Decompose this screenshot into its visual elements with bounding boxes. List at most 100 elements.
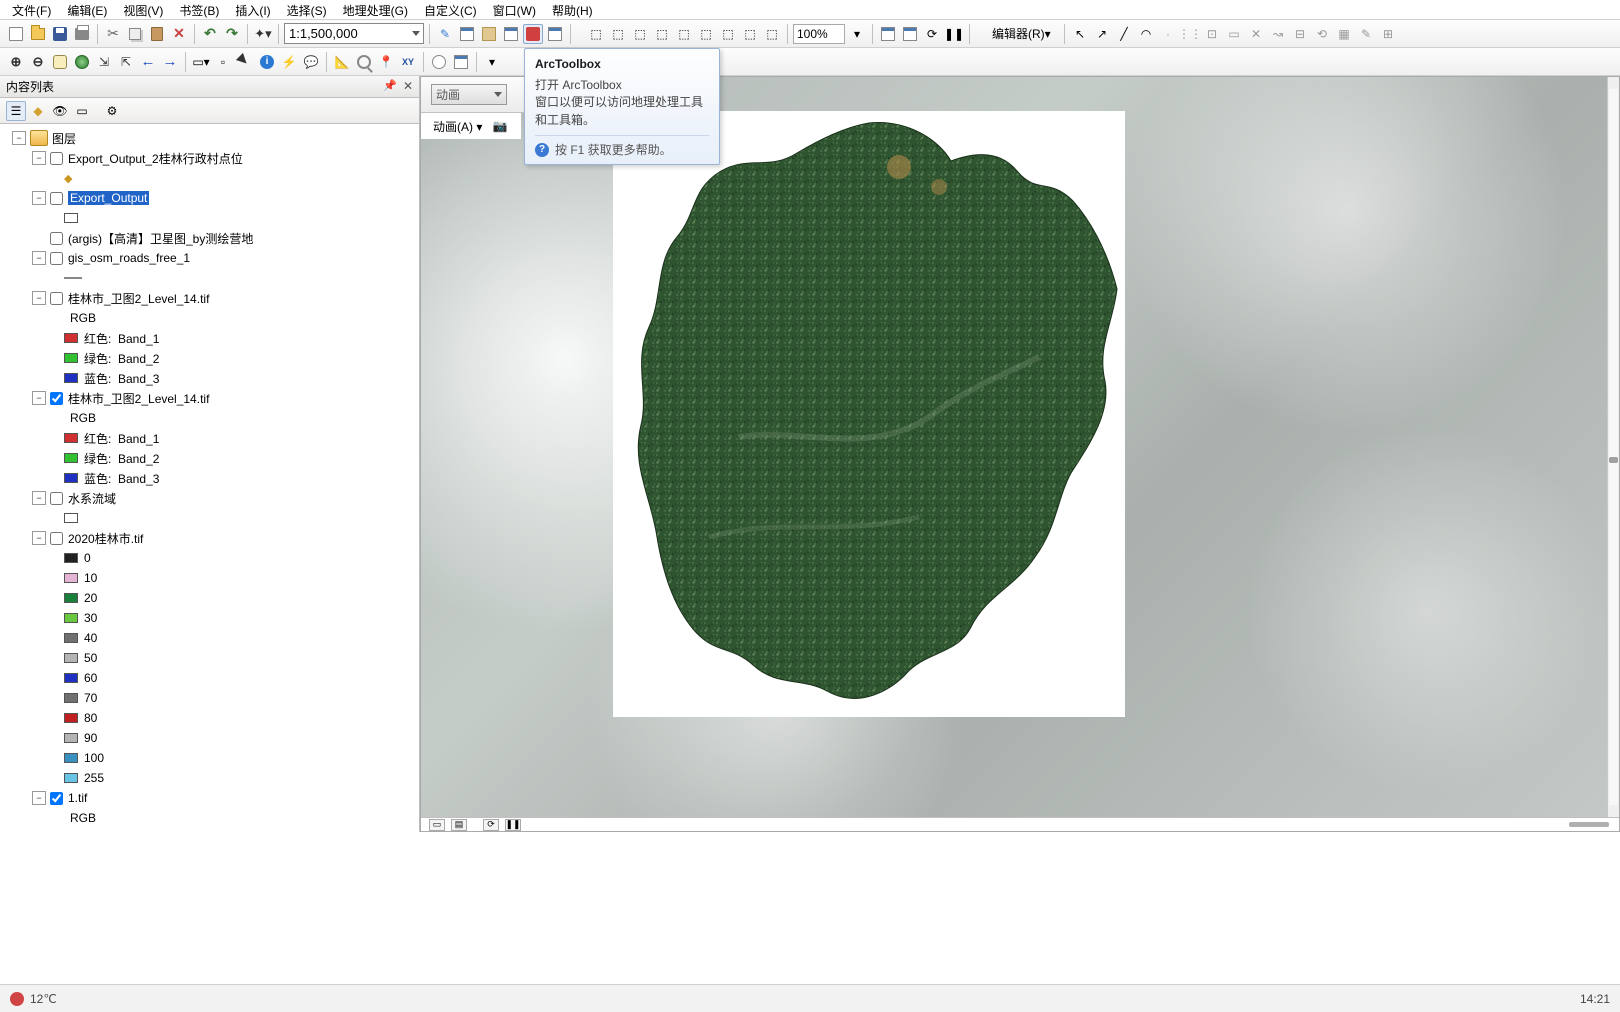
expand-icon[interactable]: − — [32, 791, 46, 805]
identify-button[interactable]: i — [257, 52, 277, 72]
expand-icon[interactable]: − — [32, 291, 46, 305]
catalog-button[interactable] — [479, 24, 499, 44]
forward-extent-button[interactable]: → — [160, 52, 180, 72]
layer-visibility-checkbox[interactable] — [50, 152, 63, 165]
layer-visibility-checkbox[interactable] — [50, 492, 63, 505]
layer-visibility-checkbox[interactable] — [50, 252, 63, 265]
toc-class[interactable]: 90 — [2, 728, 417, 748]
layer-visibility-checkbox[interactable] — [50, 792, 63, 805]
menu-selection[interactable]: 选择(S) — [279, 0, 335, 19]
layer-name-label[interactable]: 1.tif — [68, 791, 87, 805]
toc-layer[interactable]: (argis)【高清】卫星图_by测绘营地 — [2, 228, 417, 248]
horizontal-scrollbar-thumb[interactable] — [1569, 822, 1609, 827]
edit-arc-icon[interactable]: ◠ — [1136, 24, 1156, 44]
toc-class[interactable]: 0 — [2, 548, 417, 568]
find-button[interactable] — [354, 52, 374, 72]
zoom-in-button[interactable]: ⊕ — [6, 52, 26, 72]
menu-view[interactable]: 视图(V) — [115, 0, 171, 19]
cut-button[interactable]: ✂ — [103, 24, 123, 44]
search-window-button[interactable] — [501, 24, 521, 44]
expand-icon[interactable]: − — [12, 131, 26, 145]
menu-window[interactable]: 窗口(W) — [485, 0, 544, 19]
toc-class[interactable]: 255 — [2, 768, 417, 788]
animation-capture-icon[interactable]: 📷 — [490, 116, 510, 136]
toc-list-by-drawing-order-icon[interactable]: ☰ — [6, 101, 26, 121]
toc-band[interactable]: 蓝色: Band_3 — [2, 468, 417, 488]
full-extent-button[interactable] — [72, 52, 92, 72]
menu-geoprocessing[interactable]: 地理处理(G) — [335, 0, 416, 19]
edit-rotate-icon[interactable]: ⟲ — [1312, 24, 1332, 44]
toc-symbol[interactable]: ◆ — [2, 168, 417, 188]
toc-class[interactable]: 100 — [2, 748, 417, 768]
layer-visibility-checkbox[interactable] — [50, 232, 63, 245]
close-icon[interactable]: ✕ — [403, 79, 413, 93]
goto-xy-button[interactable]: XY — [398, 52, 418, 72]
menu-bookmarks[interactable]: 书签(B) — [171, 0, 227, 19]
toc-class[interactable]: 50 — [2, 648, 417, 668]
data-view-tab-icon[interactable]: ▭ — [429, 819, 445, 831]
edit-attributes-icon[interactable]: ▦ — [1334, 24, 1354, 44]
add-data-button[interactable]: ✦▾ — [253, 24, 273, 44]
toc-layer[interactable]: − 桂林市_卫图2_Level_14.tif — [2, 288, 417, 308]
refresh-view-icon[interactable]: ⟳ — [483, 819, 499, 831]
layer-name-label[interactable]: 桂林市_卫图2_Level_14.tif — [68, 290, 209, 307]
georef-rotate-icon[interactable]: ⬚ — [652, 24, 672, 44]
zoom-percent-box[interactable]: 100% — [793, 24, 845, 44]
print-button[interactable] — [72, 24, 92, 44]
copy-button[interactable] — [125, 24, 145, 44]
toc-layer[interactable]: − 1.tif — [2, 788, 417, 808]
toc-list-by-selection-icon[interactable]: ▭ — [72, 101, 92, 121]
toc-class[interactable]: 20 — [2, 588, 417, 608]
toc-class[interactable]: 80 — [2, 708, 417, 728]
menu-help[interactable]: 帮助(H) — [544, 0, 601, 19]
toc-layer[interactable]: −Export_Output_2桂林行政村点位 — [2, 148, 417, 168]
toc-class[interactable]: 30 — [2, 608, 417, 628]
layer-name-label[interactable]: 水系流域 — [68, 490, 116, 507]
edit-sketch-icon[interactable]: ✎ — [1356, 24, 1376, 44]
layer-visibility-checkbox[interactable] — [50, 292, 63, 305]
toc-layer[interactable]: − 2020桂林市.tif — [2, 528, 417, 548]
hyperlink-button[interactable]: ⚡ — [279, 52, 299, 72]
georef-control-icon[interactable]: ⬚ — [740, 24, 760, 44]
layer-name-label[interactable]: 2020桂林市.tif — [68, 530, 143, 547]
toc-band[interactable]: 绿色: Band_2 — [2, 348, 417, 368]
toc-rgb-label[interactable]: RGB — [2, 808, 417, 828]
toc-class[interactable]: 70 — [2, 688, 417, 708]
toc-list-by-source-icon[interactable]: ◆ — [28, 101, 48, 121]
layer-name-label[interactable]: (argis)【高清】卫星图_by测绘营地 — [68, 230, 253, 247]
toc-list-by-visibility-icon[interactable]: 👁 — [50, 101, 70, 121]
time-slider-button[interactable] — [429, 52, 449, 72]
toc-symbol[interactable] — [2, 268, 417, 288]
expand-icon[interactable]: − — [32, 391, 46, 405]
edit-point-icon[interactable]: · — [1158, 24, 1178, 44]
toc-root-layers[interactable]: − 图层 — [2, 128, 417, 148]
fixed-zoom-out-button[interactable]: ⇱ — [116, 52, 136, 72]
expand-icon[interactable]: − — [32, 531, 46, 545]
toc-band[interactable]: 红色: Band_1 — [2, 428, 417, 448]
toc-class[interactable]: 10 — [2, 568, 417, 588]
toolbar-dropdown-icon[interactable]: ▾ — [482, 52, 502, 72]
toc-class[interactable]: 40 — [2, 628, 417, 648]
toc-layer[interactable]: −gis_osm_roads_free_1 — [2, 248, 417, 268]
toc-band[interactable]: 红色: Band_1 — [2, 328, 417, 348]
python-window-button[interactable] — [545, 24, 565, 44]
back-extent-button[interactable]: ← — [138, 52, 158, 72]
select-elements-button[interactable] — [235, 52, 255, 72]
editor-dropdown[interactable]: 编辑器(R)▾ — [989, 24, 1059, 44]
map-scale-combo[interactable]: 1:1,500,000 — [284, 23, 424, 44]
georef-flip-icon[interactable]: ⬚ — [718, 24, 738, 44]
clock[interactable]: 14:21 — [1580, 992, 1610, 1006]
map-canvas[interactable] — [421, 77, 1607, 817]
window-toc-button[interactable] — [457, 24, 477, 44]
toc-tree[interactable]: − 图层 −Export_Output_2桂林行政村点位◆−Export_Out… — [0, 124, 419, 832]
layer-visibility-checkbox[interactable] — [50, 392, 63, 405]
map-vertical-scrollbar[interactable] — [1607, 77, 1619, 817]
edit-line-icon[interactable]: ╱ — [1114, 24, 1134, 44]
animation-dropdown[interactable]: 动画 — [431, 84, 507, 105]
zoom-out-button[interactable]: ⊖ — [28, 52, 48, 72]
layout-pause-button[interactable]: ❚❚ — [944, 24, 964, 44]
toc-layer[interactable]: −Export_Output — [2, 188, 417, 208]
menu-customize[interactable]: 自定义(C) — [416, 0, 485, 19]
weather-widget[interactable]: 12℃ — [10, 992, 57, 1006]
georef-view-icon[interactable]: ⬚ — [630, 24, 650, 44]
